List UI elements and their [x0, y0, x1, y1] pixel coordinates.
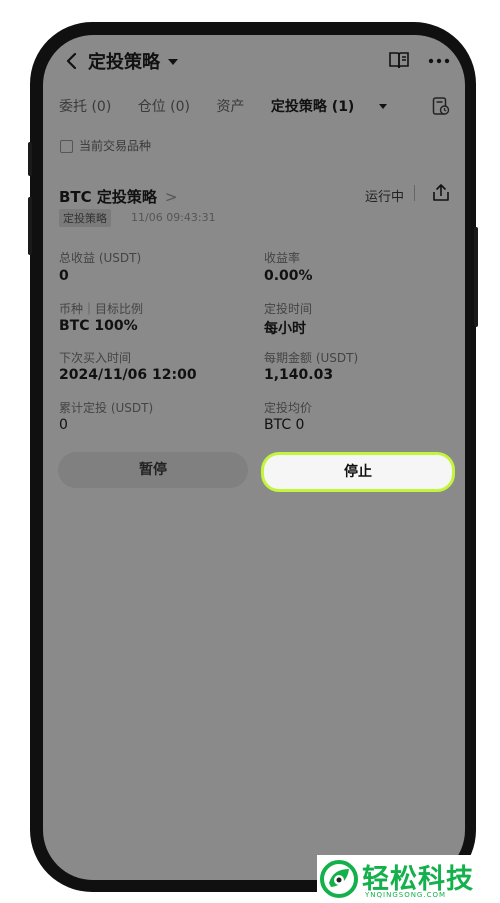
tab-assets[interactable]: 资产	[216, 99, 244, 115]
watermark-subtext: YNQINGSONG.COM	[365, 891, 447, 899]
stat-value-return-rate: 0.00%	[264, 268, 313, 284]
page-title: 定投策略	[88, 52, 160, 73]
stat-value-dca-interval: 每小时	[264, 321, 306, 337]
stat-label-amount-per-period: 每期金额 (USDT)	[264, 351, 359, 365]
strategy-title-link[interactable]: BTC 定投策略 >	[59, 186, 177, 207]
caret-down-icon	[168, 59, 178, 65]
strategy-type-tag: 定投策略	[59, 209, 111, 227]
side-button-right	[474, 227, 478, 327]
share-icon[interactable]	[432, 183, 450, 203]
stat-value-amount-per-period: 1,140.03	[264, 367, 334, 383]
app-screen: 定投策略 委托 (0) 仓位 (0) 资产 定投策略 (1) 当前交易品种 BT…	[43, 35, 465, 880]
stat-label-total-pnl: 总收益 (USDT)	[59, 251, 142, 265]
stat-value-total-pnl: 0	[59, 268, 69, 284]
side-button-left	[28, 142, 32, 176]
stat-value-coin-ratio: BTC 100%	[59, 318, 138, 334]
current-symbol-checkbox[interactable]	[60, 140, 73, 153]
strategy-title: BTC 定投策略	[59, 188, 157, 206]
current-symbol-label: 当前交易品种	[79, 139, 152, 153]
stat-label-avg-price: 定投均价	[264, 401, 313, 415]
stop-button[interactable]: 停止	[261, 452, 455, 492]
stat-value-next-buy: 2024/11/06 12:00	[59, 367, 197, 383]
more-icon[interactable]	[428, 58, 450, 64]
stat-label-total-invested: 累计定投 (USDT)	[59, 401, 154, 415]
divider	[414, 185, 415, 201]
tab-positions[interactable]: 仓位 (0)	[138, 99, 190, 115]
status-badge: 运行中	[365, 190, 405, 205]
nav-title-dropdown[interactable]: 定投策略	[88, 48, 178, 74]
watermark: 轻松科技 YNQINGSONG.COM	[317, 855, 500, 903]
stat-label-coin-ratio: 币种｜目标比例	[59, 302, 144, 316]
book-icon[interactable]	[388, 50, 410, 70]
stat-value-total-invested: 0	[59, 417, 68, 433]
tab-dca-strategy[interactable]: 定投策略 (1)	[271, 99, 409, 115]
stat-label-dca-interval: 定投时间	[264, 302, 313, 316]
pause-button[interactable]: 暂停	[58, 452, 248, 488]
caret-down-icon	[379, 104, 388, 109]
side-button-left-2	[28, 197, 32, 255]
stat-label-next-buy: 下次买入时间	[59, 351, 132, 365]
back-icon[interactable]	[65, 52, 77, 70]
stat-label-return-rate: 收益率	[264, 251, 301, 265]
leaf-logo-icon	[320, 860, 358, 898]
stat-value-avg-price: BTC 0	[264, 417, 305, 433]
tab-orders[interactable]: 委托 (0)	[59, 99, 111, 115]
chevron-right-icon: >	[164, 188, 178, 206]
strategy-created-time: 11/06 09:43:31	[131, 211, 216, 224]
order-history-icon[interactable]	[432, 96, 450, 116]
tab-bar: 委托 (0) 仓位 (0) 资产 定投策略 (1)	[59, 96, 431, 116]
tab-dca-strategy-label: 定投策略 (1)	[270, 99, 355, 115]
